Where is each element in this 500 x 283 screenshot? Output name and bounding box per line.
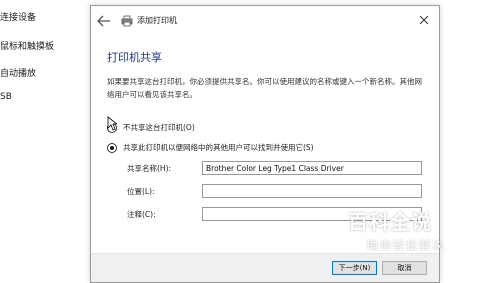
page-heading: 打印机共享: [107, 51, 162, 64]
comment-label: 注释(C):: [127, 210, 156, 219]
watermark-subtitle: 助你轻松解决: [367, 239, 445, 252]
radio-not-share[interactable]: 不共享这台打印机(O): [107, 122, 195, 133]
radio-share-label: 共享此打印机以便网络中的其他用户可以找到并使用它(S): [123, 143, 314, 152]
printer-icon: [121, 15, 133, 27]
sidebar-item-mouse-touchpad[interactable]: 鼠标和触摸板: [0, 39, 54, 52]
description-text: 如果要共享这台打印机，你必须提供共享名。你可以使用建议的名称或键入一个新名称。其…: [107, 77, 422, 99]
watermark-title: 百科全说: [348, 210, 432, 234]
cancel-button[interactable]: 取消: [382, 261, 427, 275]
radio-share[interactable]: 共享此打印机以便网络中的其他用户可以找到并使用它(S): [107, 142, 314, 153]
dialog-titlebar: 添加打印机: [91, 6, 439, 36]
share-name-input[interactable]: [202, 161, 422, 175]
sidebar-item-autoplay[interactable]: 自动播放: [0, 66, 36, 79]
location-label: 位置(L):: [127, 187, 155, 196]
radio-button-checked[interactable]: [107, 142, 117, 153]
dialog-title: 添加打印机: [137, 16, 177, 25]
share-name-label: 共享名称(H):: [127, 164, 172, 173]
sidebar-item-connected-devices[interactable]: 连接设备: [0, 10, 36, 23]
radio-not-share-label: 不共享这台打印机(O): [123, 123, 195, 132]
watermark: 百科全说 助你轻松解决: [348, 206, 464, 253]
next-button[interactable]: 下一步(N): [332, 261, 377, 275]
close-icon[interactable]: [417, 13, 431, 27]
location-input[interactable]: [202, 184, 422, 198]
dialog-footer: 下一步(N) 取消: [91, 253, 439, 282]
sidebar-item-usb[interactable]: SB: [0, 92, 12, 102]
mouse-cursor-icon: [107, 116, 117, 131]
back-arrow-icon[interactable]: [97, 15, 111, 27]
